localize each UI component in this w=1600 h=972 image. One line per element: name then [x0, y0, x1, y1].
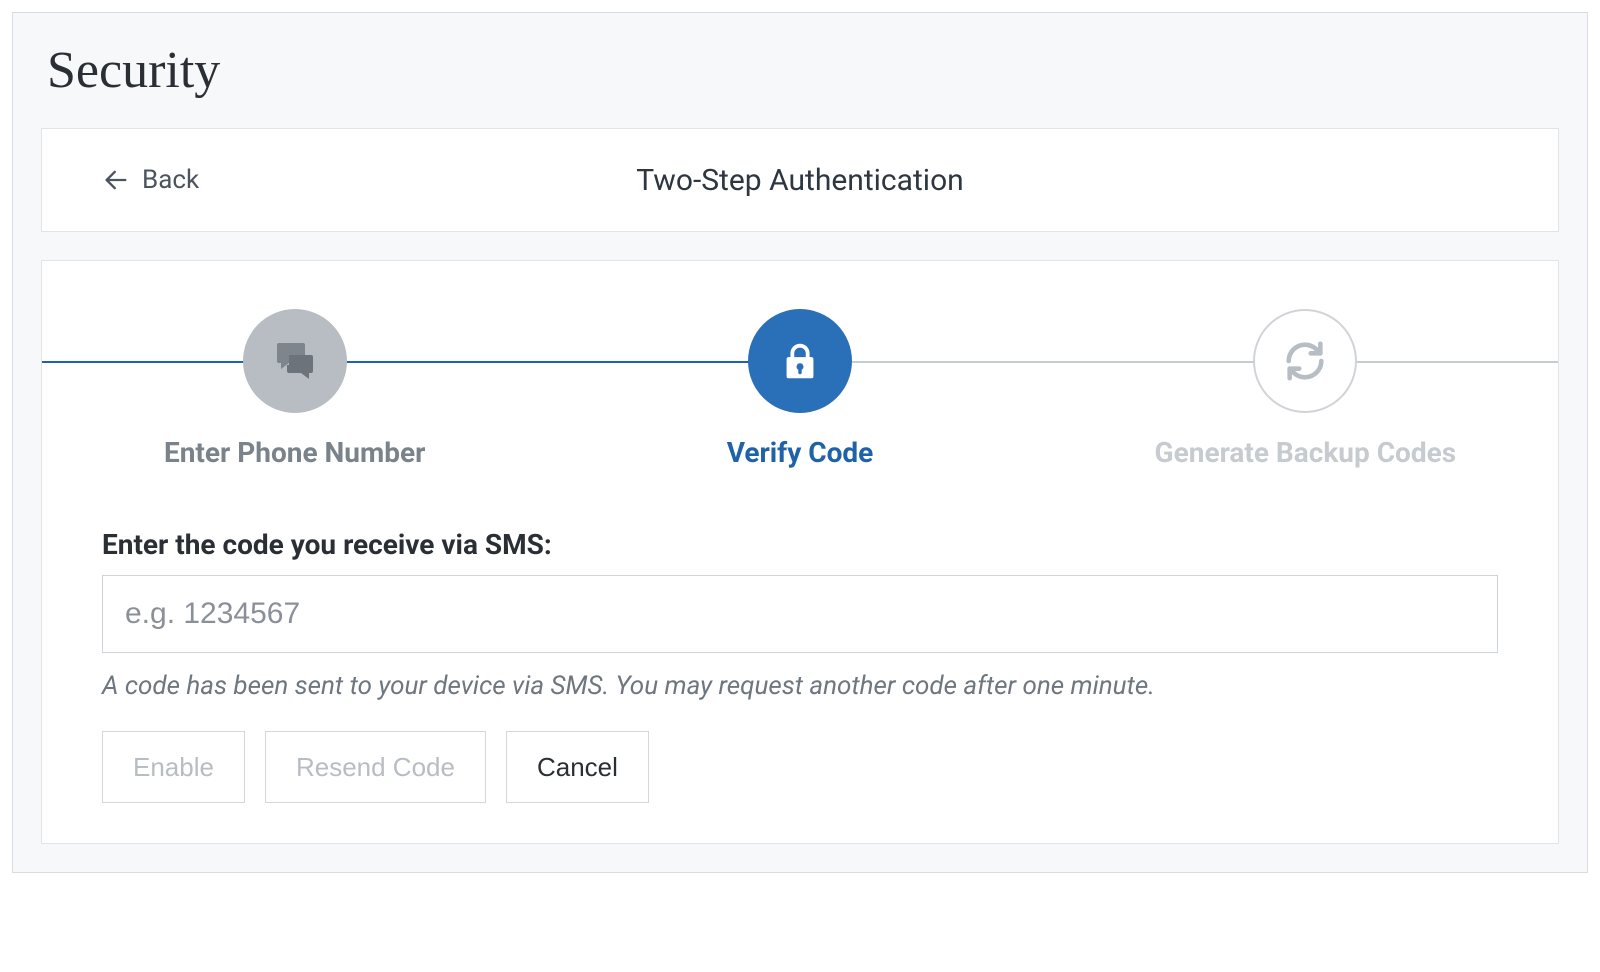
cancel-button[interactable]: Cancel	[506, 731, 649, 803]
resend-code-button[interactable]: Resend Code	[265, 731, 486, 803]
page-title: Security	[47, 41, 1559, 100]
step-backup-codes: Generate Backup Codes	[1053, 309, 1558, 470]
back-label: Back	[142, 165, 199, 195]
code-input[interactable]	[102, 575, 1498, 653]
sync-icon	[1282, 338, 1328, 384]
body-card: Enter Phone Number Verify Code	[41, 260, 1559, 844]
security-page: Security Back Two-Step Authentication	[0, 0, 1600, 885]
step-circle-1	[243, 309, 347, 413]
step-circle-2	[748, 309, 852, 413]
code-hint: A code has been sent to your device via …	[102, 671, 1498, 701]
code-input-label: Enter the code you receive via SMS:	[102, 528, 1498, 561]
step-label-3: Generate Backup Codes	[1053, 435, 1558, 470]
step-label-1: Enter Phone Number	[42, 435, 547, 470]
security-panel: Security Back Two-Step Authentication	[12, 12, 1588, 873]
step-circle-3	[1253, 309, 1357, 413]
button-row: Enable Resend Code Cancel	[102, 731, 1498, 803]
step-enter-phone: Enter Phone Number	[42, 309, 547, 470]
chat-icon	[271, 337, 319, 385]
back-button[interactable]: Back	[102, 165, 199, 195]
header-title: Two-Step Authentication	[42, 163, 1558, 198]
enable-button[interactable]: Enable	[102, 731, 245, 803]
stepper: Enter Phone Number Verify Code	[42, 309, 1558, 470]
arrow-left-icon	[102, 166, 130, 194]
step-verify-code: Verify Code	[547, 309, 1052, 470]
header-card: Back Two-Step Authentication	[41, 128, 1559, 232]
step-label-2: Verify Code	[547, 435, 1052, 470]
lock-icon	[777, 338, 823, 384]
